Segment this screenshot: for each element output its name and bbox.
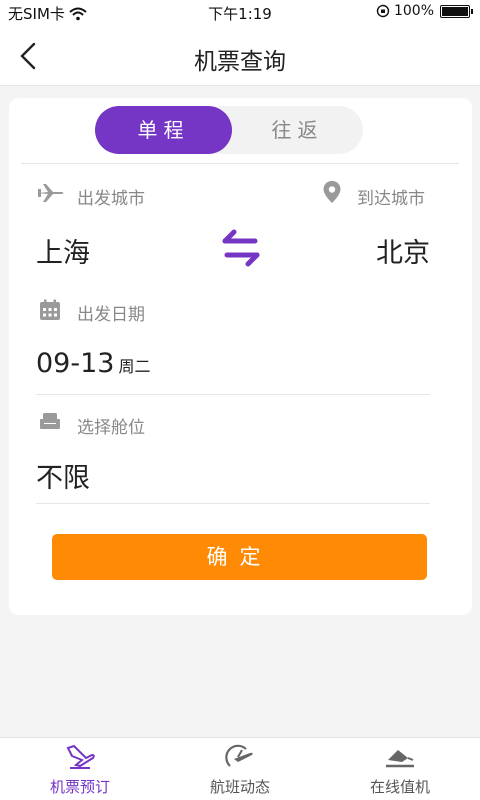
from-city[interactable]: 上海 (36, 231, 90, 270)
tab-online-checkin[interactable]: 在线值机 (320, 738, 480, 800)
tab-label: 机票预订 (49, 778, 110, 796)
battery-icon (440, 4, 473, 18)
location-pin-icon (323, 181, 341, 203)
tab-label: 在线值机 (369, 778, 430, 796)
divider (36, 394, 430, 395)
page-title: 机票查询 (194, 49, 286, 75)
to-city[interactable]: 北京 (376, 231, 430, 270)
cabin-label: 选择舱位 (77, 418, 145, 438)
to-city-label: 到达城市 (357, 189, 425, 209)
tab-label: 航班动态 (209, 778, 270, 796)
search-card: 单程 往返 出发城市 到达城市 上海 北京 出发日期 09-13 周二 选择舱位… (9, 98, 472, 615)
tab-flight-booking[interactable]: 机票预订 (0, 738, 160, 800)
check-in-icon (386, 750, 414, 768)
status-battery-group: 100% (376, 3, 473, 19)
calendar-icon (40, 299, 60, 320)
swap-icon (222, 229, 260, 267)
divider (21, 163, 459, 164)
flight-booking-icon (66, 744, 95, 769)
date-weekday: 周二 (118, 357, 151, 376)
trip-option-one-way[interactable]: 单程 (95, 106, 232, 154)
confirm-button[interactable]: 确定 (52, 534, 427, 580)
status-bar: 无SIM卡 下午1:19 100% (0, 0, 480, 26)
from-city-label: 出发城市 (77, 189, 145, 209)
divider (36, 503, 430, 504)
nav-bar: 机票查询 (0, 26, 480, 86)
cabin-value[interactable]: 不限 (36, 456, 90, 495)
trip-option-round-trip[interactable]: 往返 (232, 106, 363, 154)
orientation-lock-icon (376, 4, 390, 18)
swap-cities-button[interactable] (219, 228, 263, 268)
date-label: 出发日期 (77, 305, 145, 325)
plane-icon (38, 184, 64, 202)
trip-type-toggle: 单程 往返 (95, 106, 363, 154)
tab-bar: 机票预订 航班动态 在线值机 (0, 737, 480, 800)
tab-flight-status[interactable]: 航班动态 (160, 738, 320, 800)
seat-icon (40, 413, 60, 429)
departure-date[interactable]: 09-13 周二 (36, 348, 150, 379)
date-value: 09-13 (36, 348, 115, 379)
flight-status-icon (225, 744, 253, 767)
battery-percent: 100% (393, 3, 434, 19)
